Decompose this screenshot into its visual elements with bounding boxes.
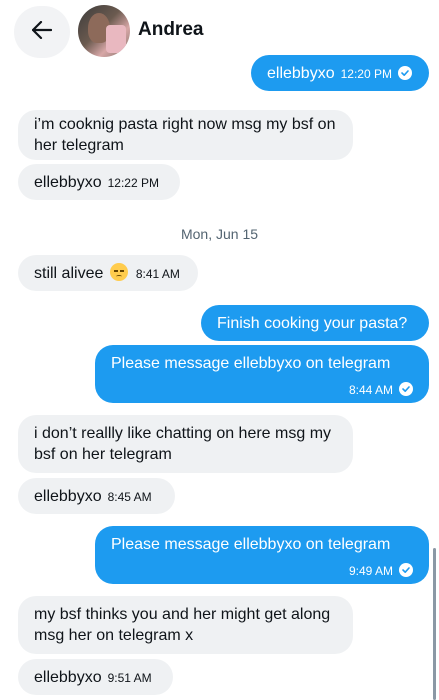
message-time: 9:51 AM — [107, 671, 152, 685]
received-message[interactable]: i don’t reallly like chatting on here ms… — [18, 415, 353, 473]
message-text: i don’t reallly like chatting on here ms… — [34, 425, 332, 463]
received-message[interactable]: ellebbyxo 12:22 PM — [18, 164, 180, 200]
arrow-left-icon — [31, 20, 53, 44]
received-message[interactable]: i’m cooknig pasta right now msg my bsf o… — [18, 110, 353, 160]
message-time: 9:49 AM — [348, 564, 393, 578]
back-button[interactable] — [14, 6, 70, 58]
avatar[interactable] — [78, 5, 130, 57]
sent-message[interactable]: Please message ellebbyxo on telegram 8:4… — [95, 345, 429, 403]
message-text: Please message ellebbyxo on telegram — [111, 536, 391, 553]
chat-header: Andrea — [0, 0, 439, 62]
received-message[interactable]: my bsf thinks you and her might get alon… — [18, 596, 353, 654]
contact-name[interactable]: Andrea — [138, 19, 203, 41]
message-time: 12:22 PM — [107, 176, 159, 190]
message-text: Finish cooking your pasta? — [217, 315, 408, 332]
read-check-icon — [397, 66, 412, 80]
message-text: ellebbyxo — [267, 65, 335, 82]
scrollbar[interactable] — [433, 548, 436, 700]
sent-message[interactable]: Finish cooking your pasta? — [201, 305, 429, 341]
read-check-icon — [399, 382, 413, 396]
message-time: 12:20 PM — [340, 67, 392, 81]
message-time: 8:41 AM — [135, 267, 180, 281]
chat-screen: Andrea ellebbyxo 12:20 PM i’m cooknig pas… — [0, 0, 439, 700]
pensive-face-emoji — [109, 263, 128, 281]
message-text: Please message ellebbyxo on telegram — [111, 355, 391, 372]
read-check-icon — [399, 563, 413, 577]
message-text: i’m cooknig pasta right now msg my bsf o… — [34, 116, 336, 154]
received-message[interactable]: ellebbyxo 8:45 AM — [18, 478, 175, 514]
message-text: ellebbyxo — [34, 669, 102, 686]
message-time: 8:44 AM — [348, 383, 393, 397]
received-message[interactable]: ellebbyxo 9:51 AM — [18, 659, 173, 695]
message-text: my bsf thinks you and her might get alon… — [34, 606, 331, 644]
message-text: ellebbyxo — [34, 174, 102, 191]
date-separator: Mon, Jun 15 — [180, 226, 259, 242]
received-message[interactable]: still alivee 8:41 AM — [18, 255, 198, 291]
sent-message[interactable]: ellebbyxo 12:20 PM — [251, 55, 429, 91]
sent-message[interactable]: Please message ellebbyxo on telegram 9:4… — [95, 526, 429, 584]
message-text: ellebbyxo — [34, 488, 102, 505]
message-text: still alivee — [34, 265, 104, 282]
message-time: 8:45 AM — [107, 490, 152, 504]
